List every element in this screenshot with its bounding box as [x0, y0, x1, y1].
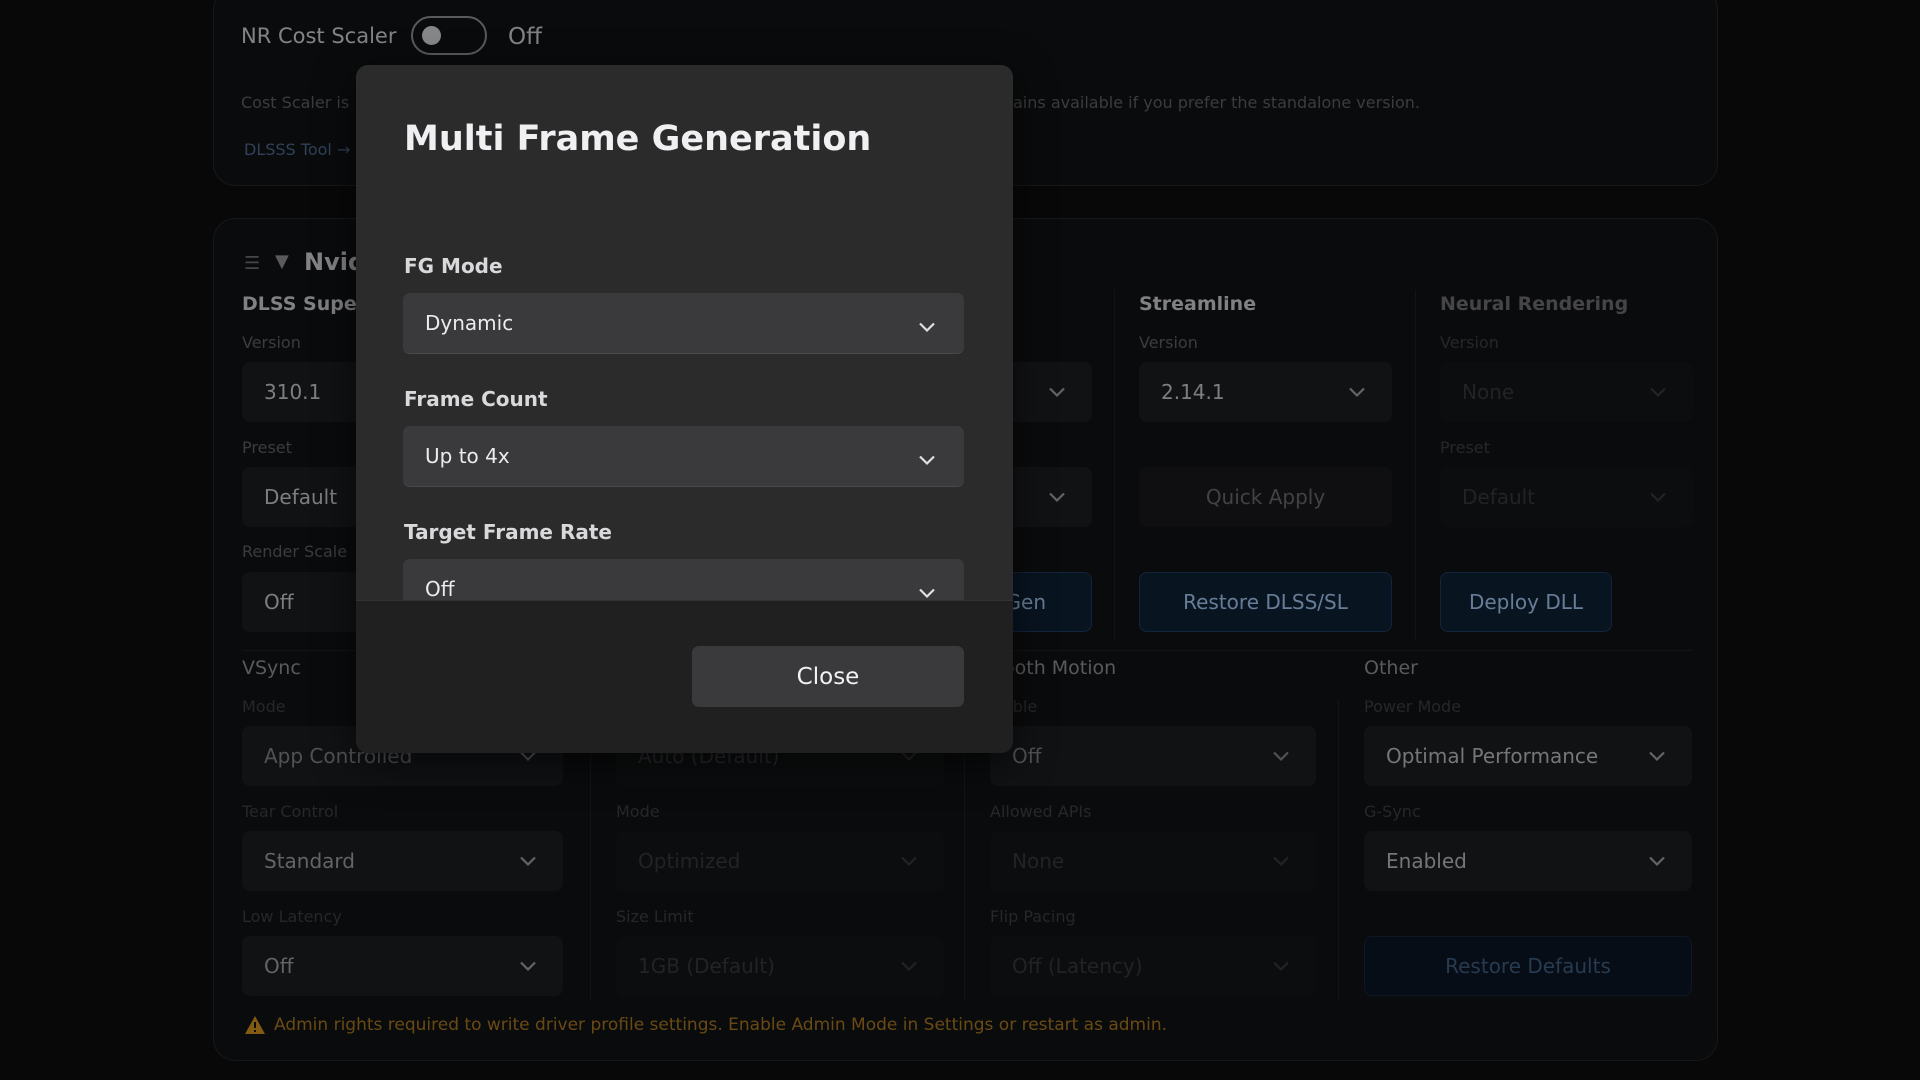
chevron-down-icon	[918, 584, 936, 599]
frame-count-label: Frame Count	[404, 387, 548, 411]
fg-mode-label: FG Mode	[404, 254, 503, 278]
frame-count-value: Up to 4x	[425, 444, 510, 468]
close-button[interactable]: Close	[692, 646, 964, 707]
multi-frame-generation-dialog: Multi Frame Generation FG Mode Dynamic F…	[356, 65, 1013, 753]
close-button-label: Close	[796, 663, 860, 690]
target-frame-rate-label: Target Frame Rate	[404, 520, 612, 544]
chevron-down-icon	[918, 451, 936, 466]
fg-mode-dropdown[interactable]: Dynamic	[403, 293, 964, 354]
target-frame-rate-value: Off	[425, 577, 455, 601]
chevron-down-icon	[918, 318, 936, 333]
frame-count-dropdown[interactable]: Up to 4x	[403, 426, 964, 487]
dialog-title: Multi Frame Generation	[404, 119, 872, 159]
fg-mode-value: Dynamic	[425, 311, 514, 335]
